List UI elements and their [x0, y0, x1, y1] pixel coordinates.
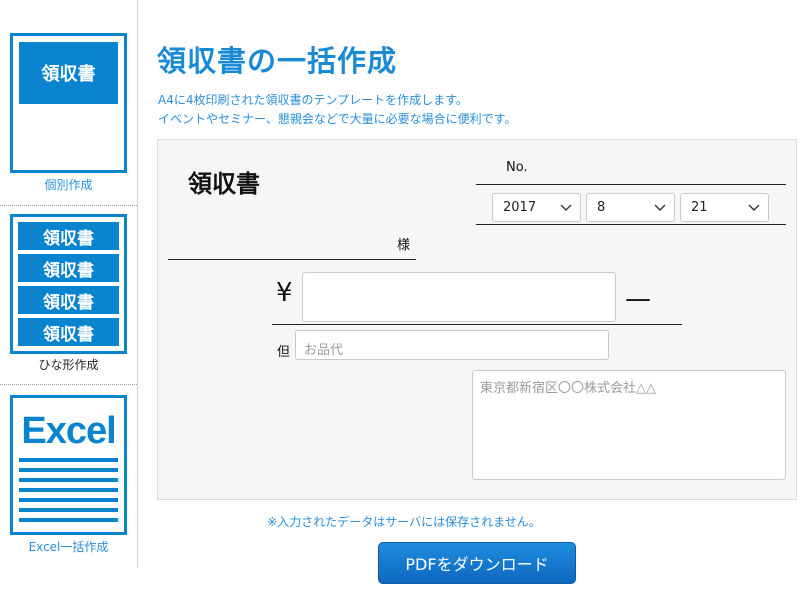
day-select-value: 21 — [691, 200, 708, 215]
sidebar-item-label[interactable]: Excel一括作成 — [0, 538, 137, 555]
proviso-placeholder: お品代 — [304, 343, 344, 358]
chevron-down-icon — [748, 204, 760, 211]
amount-input[interactable] — [302, 272, 616, 322]
proviso-input[interactable]: お品代 — [295, 330, 609, 360]
sidebar-item-label[interactable]: ひな形作成 — [0, 356, 137, 373]
receipt-number-label: No. — [506, 160, 528, 175]
recipient-underline[interactable] — [168, 259, 416, 260]
year-select-value: 2017 — [503, 200, 537, 215]
sidebar: 領収書 個別作成 領収書 領収書 領収書 領収書 ひな形作成 Excel Exc… — [0, 0, 138, 568]
page-title: 領収書の一括作成 — [157, 44, 398, 78]
sidebar-item-label[interactable]: 個別作成 — [0, 176, 137, 193]
thumbnail-receipt-label: 領収書 — [19, 42, 118, 104]
excel-line-icon — [19, 478, 118, 482]
day-select[interactable]: 21 — [680, 193, 769, 222]
individual-thumbnail[interactable]: 領収書 — [10, 33, 127, 173]
privacy-notice: ※入力されたデータはサーバには保存されません。 — [0, 513, 808, 530]
month-select-value: 8 — [597, 200, 606, 215]
amount-suffix: — — [625, 284, 651, 314]
thumbnail-receipt-label: 領収書 — [18, 286, 119, 314]
receipt-title: 領収書 — [188, 170, 260, 198]
template-thumbnail[interactable]: 領収書 領収書 領収書 領収書 — [10, 214, 127, 354]
download-pdf-button[interactable]: PDFをダウンロード — [378, 542, 576, 584]
excel-line-icon — [19, 498, 118, 502]
thumbnail-receipt-label: 領収書 — [18, 318, 119, 346]
amount-underline — [272, 324, 682, 325]
excel-line-icon — [19, 458, 118, 462]
excel-line-icon — [19, 468, 118, 472]
chevron-down-icon — [654, 204, 666, 211]
sidebar-item-individual[interactable]: 領収書 個別作成 — [0, 0, 137, 200]
issuer-textarea[interactable]: 東京都新宿区〇〇株式会社△△ — [472, 370, 786, 480]
proviso-label: 但 — [277, 345, 291, 360]
page-description-line: A4に4枚印刷された領収書のテンプレートを作成します。 — [158, 93, 468, 107]
sidebar-item-excel[interactable]: Excel Excel一括作成 — [0, 385, 137, 565]
privacy-notice-text: ※入力されたデータはサーバには保存されません。 — [267, 515, 541, 529]
year-select[interactable]: 2017 — [492, 193, 581, 222]
date-underline — [476, 224, 786, 225]
recipient-suffix: 様 — [397, 238, 411, 253]
page-description-line: イベントやセミナー、懇親会などで大量に必要な場合に便利です。 — [158, 112, 517, 126]
sidebar-item-template[interactable]: 領収書 領収書 領収書 領収書 ひな形作成 — [0, 206, 137, 384]
excel-line-icon — [19, 488, 118, 492]
thumbnail-receipt-label: 領収書 — [18, 254, 119, 282]
number-underline — [476, 184, 786, 185]
issuer-placeholder: 東京都新宿区〇〇株式会社△△ — [480, 381, 656, 396]
chevron-down-icon — [560, 204, 572, 211]
currency-symbol: ¥ — [276, 278, 293, 308]
month-select[interactable]: 8 — [586, 193, 675, 222]
excel-line-icon — [19, 508, 118, 512]
excel-logo-text: Excel — [21, 410, 116, 452]
thumbnail-receipt-label: 領収書 — [18, 222, 119, 250]
